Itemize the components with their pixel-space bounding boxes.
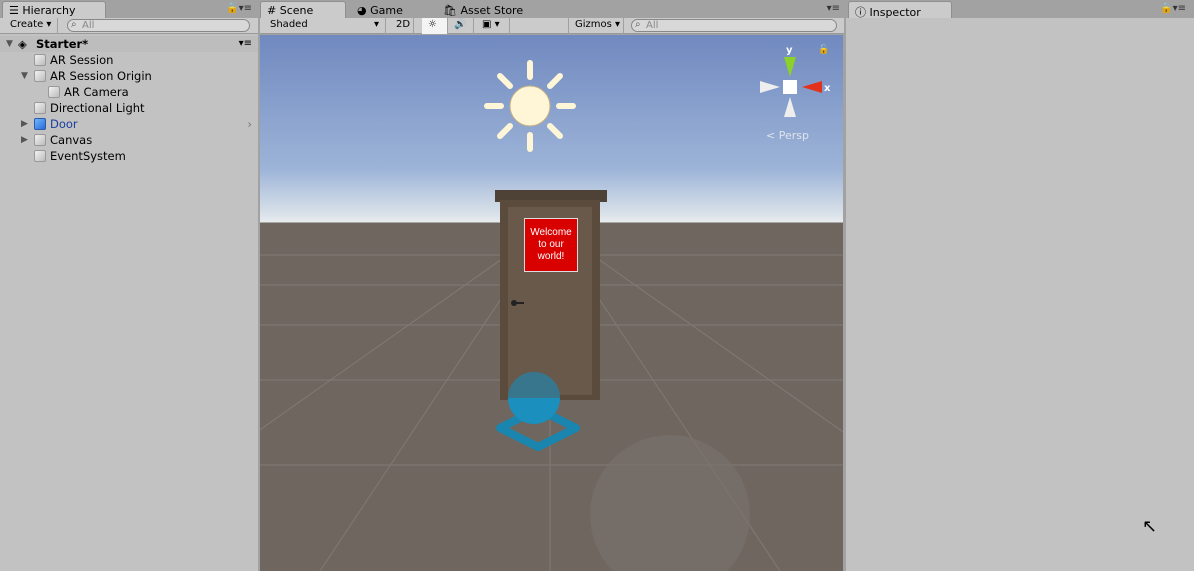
pacman-icon: ◕ bbox=[357, 4, 371, 17]
scene-tabbar: # Scene ◕ Game 🛍 Asset Store ▾≡ bbox=[260, 0, 844, 18]
tab-inspector[interactable]: ⓘ Inspector bbox=[848, 1, 952, 19]
lighting-toggle[interactable]: ☼ bbox=[422, 18, 448, 34]
list-icon: ☰ bbox=[9, 4, 23, 17]
create-button[interactable]: Create ▾ bbox=[4, 18, 58, 34]
item-label: AR Session bbox=[50, 53, 114, 67]
sign-line: Welcome bbox=[530, 227, 572, 238]
effects-dropdown[interactable]: ▣ ▾ bbox=[476, 18, 510, 34]
create-label: Create bbox=[10, 19, 44, 30]
tab-game[interactable]: ◕ Game bbox=[350, 1, 412, 18]
scene-viewport[interactable]: Welcome to our world! y x 🔓 < Persp bbox=[260, 35, 843, 571]
tab-label: Hierarchy bbox=[22, 4, 76, 17]
list-item[interactable]: Directional Light bbox=[0, 100, 258, 116]
gameobject-icon bbox=[34, 70, 46, 82]
scene-toolbar: Shaded▾ 2D ☼ 🔊 ▣ ▾ Gizmos ▾ All bbox=[260, 18, 844, 34]
unity-icon: ◈ bbox=[18, 37, 27, 51]
tab-hierarchy[interactable]: ☰ Hierarchy bbox=[2, 1, 106, 18]
tab-label: Game bbox=[370, 4, 403, 17]
shading-label: Shaded bbox=[270, 19, 308, 30]
expand-arrow-icon[interactable]: ▼ bbox=[21, 68, 28, 84]
2d-label: 2D bbox=[396, 19, 411, 30]
lock-icon[interactable]: 🔓 bbox=[818, 45, 829, 55]
mouse-cursor-icon: ↖ bbox=[1142, 516, 1158, 537]
lock-menu-icon[interactable]: 🔒▾≡ bbox=[226, 3, 252, 14]
gameobject-icon bbox=[34, 54, 46, 66]
scene-panel: # Scene ◕ Game 🛍 Asset Store ▾≡ Shaded ▾ … bbox=[260, 0, 844, 571]
speaker-icon: 🔊 bbox=[454, 19, 467, 30]
search-placeholder: All bbox=[82, 20, 95, 31]
audio-toggle[interactable]: 🔊 bbox=[448, 18, 474, 34]
scene-menu-icon[interactable]: ▾≡ bbox=[239, 36, 252, 52]
scene-graphics bbox=[260, 60, 843, 571]
inspector-panel: ⓘ Inspector 🔒▾≡ ↖ bbox=[846, 0, 1194, 571]
hierarchy-panel: ☰ Hierarchy 🔒▾≡ Create ▾ All ▼ ◈ Starter… bbox=[0, 0, 258, 571]
sign-line: world! bbox=[537, 251, 565, 262]
list-item[interactable]: ▶ Canvas bbox=[0, 132, 258, 148]
list-item[interactable]: ▶ Door › bbox=[0, 116, 258, 132]
list-item[interactable]: AR Camera bbox=[0, 84, 258, 100]
list-item[interactable]: AR Session bbox=[0, 52, 258, 68]
inspector-tabbar: ⓘ Inspector 🔒▾≡ bbox=[846, 0, 1194, 19]
collapse-arrow-icon[interactable]: ▶ bbox=[21, 132, 28, 148]
tab-scene[interactable]: # Scene bbox=[260, 1, 346, 18]
item-label: Canvas bbox=[50, 133, 93, 147]
search-placeholder: All bbox=[646, 20, 659, 31]
directional-light-icon[interactable] bbox=[484, 60, 576, 152]
chevron-right-icon[interactable]: › bbox=[247, 116, 252, 132]
tab-asset-store[interactable]: 🛍 Asset Store bbox=[436, 1, 532, 18]
prefab-icon bbox=[34, 118, 46, 130]
orientation-gizmo[interactable]: y x 🔓 < Persp bbox=[758, 43, 838, 143]
image-icon: ▣ bbox=[482, 19, 492, 30]
2d-toggle[interactable]: 2D bbox=[390, 18, 414, 34]
axis-gizmo-icon: y x bbox=[760, 45, 831, 117]
sign-line: to our bbox=[538, 239, 564, 250]
panel-menu-icon[interactable]: ▾≡ bbox=[827, 3, 840, 14]
scene-root[interactable]: ▼ ◈ Starter* ▾≡ bbox=[0, 36, 258, 52]
gameobject-icon bbox=[34, 102, 46, 114]
camera-gizmo-circle bbox=[590, 435, 750, 571]
item-label: EventSystem bbox=[50, 149, 126, 163]
list-item[interactable]: ▼ AR Session Origin bbox=[0, 68, 258, 84]
hierarchy-toolbar: Create ▾ All bbox=[0, 18, 258, 34]
gameobject-icon bbox=[34, 134, 46, 146]
collapse-arrow-icon[interactable]: ▶ bbox=[21, 116, 28, 132]
lock-menu-icon[interactable]: 🔒▾≡ bbox=[1160, 3, 1186, 14]
y-axis-label: y bbox=[786, 45, 793, 56]
scene-search-input[interactable]: All bbox=[631, 19, 837, 32]
expand-arrow-icon[interactable]: ▼ bbox=[6, 36, 13, 52]
projection-toggle[interactable]: < Persp bbox=[766, 129, 809, 142]
gameobject-icon bbox=[34, 150, 46, 162]
sun-icon: ☼ bbox=[428, 19, 437, 30]
hierarchy-tabbar: ☰ Hierarchy 🔒▾≡ bbox=[0, 0, 258, 18]
x-axis-label: x bbox=[824, 83, 831, 94]
shading-dropdown[interactable]: Shaded ▾ bbox=[264, 18, 386, 34]
hierarchy-search-input[interactable]: All bbox=[67, 19, 250, 32]
item-label: Directional Light bbox=[50, 101, 145, 115]
gizmos-dropdown[interactable]: Gizmos ▾ bbox=[568, 18, 624, 34]
item-label: AR Camera bbox=[64, 85, 129, 99]
scene-name: Starter* bbox=[36, 37, 89, 51]
welcome-sign: Welcome to our world! bbox=[524, 218, 578, 272]
gameobject-icon bbox=[48, 86, 60, 98]
gizmos-label: Gizmos bbox=[575, 19, 612, 30]
item-label: Door bbox=[50, 117, 78, 131]
tab-label: Asset Store bbox=[460, 4, 524, 17]
tab-label: Scene bbox=[279, 4, 314, 17]
item-label: AR Session Origin bbox=[50, 69, 152, 83]
grid-icon: # bbox=[267, 4, 280, 17]
projection-label: Persp bbox=[778, 129, 809, 142]
list-item[interactable]: EventSystem bbox=[0, 148, 258, 164]
inspector-body bbox=[846, 18, 1194, 571]
store-icon: 🛍 bbox=[443, 4, 461, 17]
